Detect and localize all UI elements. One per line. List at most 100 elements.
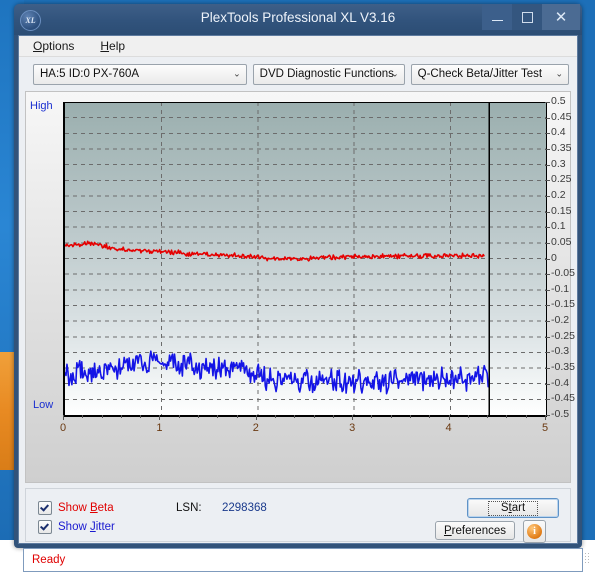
y-axis-tick-label: -0.45: [551, 392, 575, 405]
y-axis-tick-mark: [545, 258, 550, 260]
close-icon: ✕: [554, 9, 568, 26]
x-axis-tick-mark: [352, 415, 354, 420]
y-axis-tick-label: 0.05: [551, 235, 572, 248]
show-beta-label-accel: B: [89, 502, 98, 514]
test-select[interactable]: Q-Check Beta/Jitter Test ⌄: [410, 63, 569, 85]
y-axis-tick-label: 0.25: [551, 173, 572, 186]
x-axis-tick-label: 4: [445, 422, 452, 434]
y-axis-tick-label: 0.1: [551, 220, 566, 233]
y-axis-tick-mark: [545, 274, 550, 276]
test-select-value: Q-Check Beta/Jitter Test: [417, 68, 543, 80]
y-axis-tick-label: 0.5: [551, 95, 566, 107]
x-axis-minor-tick: [101, 415, 103, 418]
drive-select-value: HA:5 ID:0 PX-760A: [40, 68, 140, 80]
y-axis-tick-mark: [545, 148, 550, 150]
drive-select[interactable]: HA:5 ID:0 PX-760A ⌄: [33, 63, 247, 85]
y-axis-tick-mark: [545, 242, 550, 244]
y-axis-tick-label: -0.2: [551, 314, 570, 327]
close-button[interactable]: ✕: [542, 4, 580, 30]
y-axis-tick-mark: [545, 336, 550, 338]
y-axis-tick-mark: [545, 133, 550, 135]
graph-panel: High Low 0.5 0.45 0.4 0.35 0.3 0.25 0.2 0.15 0.1…: [25, 91, 575, 483]
start-button[interactable]: Start: [467, 498, 559, 518]
maximize-button[interactable]: [512, 4, 542, 30]
x-axis-tick-mark: [448, 415, 450, 420]
window-controls: ✕: [482, 4, 580, 31]
y-axis-tick-mark: [545, 383, 550, 385]
x-axis-tick-mark: [255, 415, 257, 420]
x-axis-tick-label: 5: [541, 422, 549, 434]
show-beta-checkbox-row[interactable]: Show Beta: [38, 501, 114, 515]
lsn-value: 2298368: [222, 502, 267, 514]
preferences-button-label: Preferences: [444, 525, 506, 537]
menu-options-label: ptions: [42, 39, 75, 53]
y-axis-tick-mark: [545, 227, 550, 229]
y-axis-tick-mark: [545, 211, 550, 213]
preferences-label-post: references: [451, 524, 506, 537]
y-axis-tick-label: 0.2: [551, 188, 566, 201]
y-axis-tick-label: -0.5: [551, 408, 570, 420]
menu-help-label: elp: [109, 39, 126, 53]
y-axis-tick-label: -0.35: [551, 361, 575, 374]
info-icon: i: [527, 524, 542, 539]
show-jitter-checkbox-row[interactable]: Show Jitter: [38, 520, 115, 534]
window-client-area: Options Help HA:5 ID:0 PX-760A ⌄ DVD Dia…: [18, 35, 583, 572]
chevron-down-icon: ⌄: [391, 68, 399, 79]
y-axis-tick-mark: [545, 368, 550, 370]
menu-bar: Options Help: [19, 36, 577, 57]
plot-canvas: [63, 102, 547, 417]
plot-svg: [65, 102, 547, 415]
x-axis-minor-tick: [506, 415, 508, 418]
show-beta-label-pre: Show: [58, 502, 90, 514]
y-axis-tick-label: -0.05: [551, 267, 575, 280]
show-jitter-checkbox[interactable]: [38, 520, 52, 534]
x-axis-minor-tick: [390, 415, 392, 418]
x-axis-tick-label: 1: [156, 422, 163, 434]
y-axis-tick-mark: [545, 117, 550, 119]
x-axis-minor-tick: [217, 415, 219, 418]
show-jitter-label-pre: Show: [58, 521, 90, 533]
status-text: Ready: [32, 554, 66, 566]
menu-item-options[interactable]: Options: [29, 38, 78, 54]
preferences-button[interactable]: Preferences: [435, 521, 515, 540]
show-jitter-label-post: itter: [95, 521, 115, 533]
x-axis-minor-tick: [236, 415, 238, 418]
menu-item-help[interactable]: Help: [96, 38, 129, 54]
x-axis-minor-tick: [313, 415, 315, 418]
x-axis-minor-tick: [120, 415, 122, 418]
x-axis-tick-label: 3: [349, 422, 356, 434]
show-jitter-label: Show Jitter: [58, 521, 115, 533]
y-axis-tick-mark: [545, 289, 550, 291]
x-axis-minor-tick: [294, 415, 296, 418]
info-button[interactable]: i: [523, 520, 546, 543]
y-axis-tick-label: -0.1: [551, 282, 570, 295]
y-axis-tick-mark: [545, 305, 550, 307]
x-axis-minor-tick: [525, 415, 527, 418]
chevron-down-icon: ⌄: [233, 68, 241, 79]
x-axis-minor-tick: [178, 415, 180, 418]
start-button-label: Start: [487, 500, 539, 516]
status-bar: Ready: [23, 548, 583, 572]
x-axis-minor-tick: [467, 415, 469, 418]
y-axis-tick-mark: [545, 180, 550, 182]
start-label-pre: S: [500, 501, 509, 514]
toolbar: HA:5 ID:0 PX-760A ⌄ DVD Diagnostic Funct…: [19, 57, 577, 87]
plot-area: [63, 102, 547, 417]
axis-label-high: High: [30, 100, 53, 112]
function-select[interactable]: DVD Diagnostic Functions ⌄: [252, 63, 405, 85]
y-axis-tick-mark: [545, 195, 550, 197]
y-axis-tick-label: -0.25: [551, 329, 575, 342]
y-axis-tick-label: -0.4: [551, 376, 570, 389]
x-axis-minor-tick: [371, 415, 373, 418]
minimize-button[interactable]: [482, 4, 512, 30]
y-axis-tick-label: 0.15: [551, 204, 572, 217]
maximize-icon: [521, 11, 533, 23]
x-axis-minor-tick: [410, 415, 412, 418]
y-axis-tick-mark: [545, 352, 550, 354]
show-beta-checkbox[interactable]: [38, 501, 52, 515]
title-bar[interactable]: XL PlexTools Professional XL V3.16 ✕: [14, 4, 582, 35]
x-axis-minor-tick: [140, 415, 142, 418]
menu-options-accel: O: [33, 39, 43, 53]
application-window: XL PlexTools Professional XL V3.16 ✕ Opt…: [14, 4, 583, 572]
y-axis-tick-label: 0.45: [551, 110, 572, 123]
